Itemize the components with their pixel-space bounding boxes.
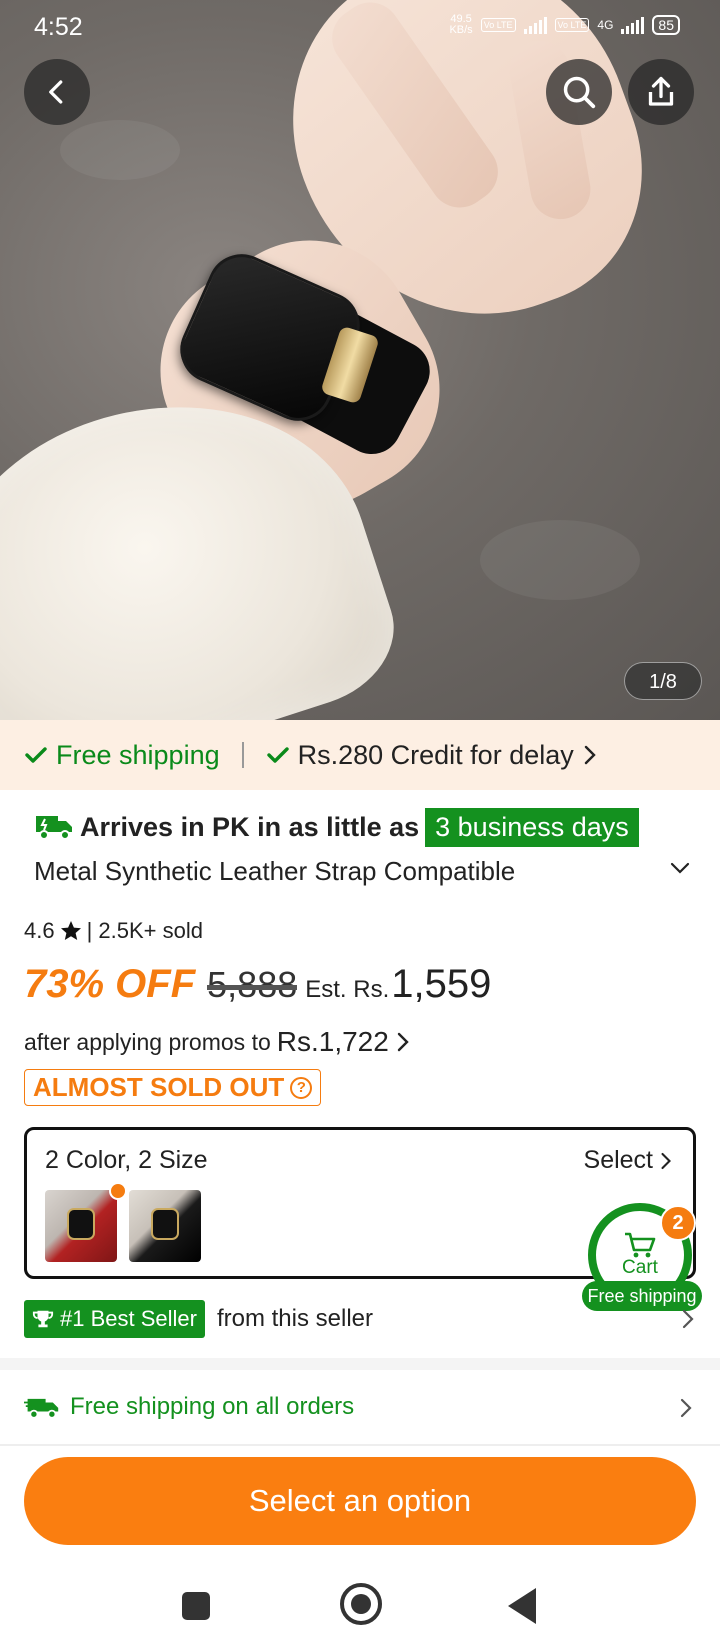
free-shipping-tag: Free shipping xyxy=(24,740,220,771)
final-price: 1,559 xyxy=(391,962,492,1006)
search-icon xyxy=(563,76,596,109)
help-icon: ? xyxy=(290,1076,313,1099)
rating-row[interactable]: 4.6 | 2.5K+ sold xyxy=(24,918,203,944)
best-seller-badge: #1 Best Seller xyxy=(24,1300,205,1338)
free-shipping-row[interactable]: Free shipping on all orders xyxy=(0,1370,720,1446)
best-seller-row[interactable]: #1 Best Seller from this seller xyxy=(24,1300,696,1338)
volte-icon-2: Vo LTE xyxy=(554,18,590,32)
delivery-truck-icon xyxy=(24,1398,59,1419)
select-option-button[interactable]: Select an option xyxy=(24,1457,696,1545)
chevron-right-icon xyxy=(661,1152,671,1169)
status-time: 4:52 xyxy=(34,13,83,41)
shipping-strip[interactable]: Free shipping Rs.280 Credit for delay xyxy=(0,720,720,790)
chevron-right-icon xyxy=(584,745,596,765)
price-row: 73% OFF 5,888 Est. Rs. 1,559 xyxy=(24,962,491,1007)
back-button[interactable] xyxy=(24,59,90,125)
recents-button[interactable] xyxy=(182,1592,210,1620)
hot-indicator-icon xyxy=(109,1182,127,1200)
system-back-button[interactable] xyxy=(508,1588,536,1624)
battery-icon: 85 xyxy=(652,15,680,35)
original-price: 5,888 xyxy=(207,964,298,1005)
chevron-down-icon xyxy=(670,862,690,874)
product-image[interactable]: 1/8 xyxy=(0,0,720,720)
status-bar: 4:52 49.5 KB/s Vo LTE Vo LTE 4G 85 xyxy=(0,0,720,52)
chevron-right-icon xyxy=(397,1032,409,1052)
volte-icon: Vo LTE xyxy=(480,18,516,32)
share-icon xyxy=(648,76,674,106)
promo-row[interactable]: after applying promos to Rs.1,722 xyxy=(24,1026,411,1058)
share-button[interactable] xyxy=(628,59,694,125)
delivery-days-badge: 3 business days xyxy=(425,807,639,847)
discount-label: 73% OFF xyxy=(24,962,196,1006)
sold-count: | 2.5K+ sold xyxy=(86,918,203,943)
star-icon xyxy=(60,921,81,940)
chevron-right-icon xyxy=(680,1398,692,1418)
network-speed: 49.5 KB/s xyxy=(449,13,473,36)
chevron-left-icon xyxy=(49,80,63,104)
variant-summary: 2 Color, 2 Size xyxy=(45,1146,208,1174)
swatch-red-strap[interactable] xyxy=(45,1190,117,1262)
variant-select-button[interactable]: Select xyxy=(584,1146,673,1175)
cart-count-badge: 2 xyxy=(660,1205,696,1241)
signal-icon xyxy=(523,16,547,34)
system-nav-bar xyxy=(0,1560,720,1650)
swatch-black-strap[interactable] xyxy=(129,1190,201,1262)
estimated-label: Est. Rs. xyxy=(305,976,390,1003)
chevron-right-icon xyxy=(682,1309,694,1329)
check-icon xyxy=(266,747,289,763)
status-icons: 49.5 KB/s Vo LTE Vo LTE 4G 85 xyxy=(449,14,680,36)
cart-label: Cart xyxy=(622,1257,658,1278)
network-gen: 4G xyxy=(597,18,614,32)
image-counter: 1/8 xyxy=(624,662,702,700)
expand-title-button[interactable] xyxy=(668,856,692,885)
delivery-truck-icon xyxy=(36,816,72,840)
divider xyxy=(241,742,244,768)
delay-credit-tag: Rs.280 Credit for delay xyxy=(266,740,598,771)
check-icon xyxy=(25,747,47,763)
floating-cart-button[interactable]: Cart 2 Free shipping xyxy=(582,1203,702,1313)
search-button[interactable] xyxy=(546,59,612,125)
rating-value: 4.6 xyxy=(24,918,55,943)
product-title: Metal Synthetic Leather Strap Compatible xyxy=(34,856,516,886)
trophy-icon xyxy=(32,1310,54,1328)
stock-badge[interactable]: ALMOST SOLD OUT ? xyxy=(24,1069,322,1106)
promo-price: Rs.1,722 xyxy=(276,1026,389,1057)
arrival-estimate: Arrives in PK in as little as 3 business… xyxy=(34,806,639,848)
section-separator xyxy=(0,1358,720,1370)
signal-icon-2 xyxy=(621,16,645,34)
cart-icon xyxy=(625,1232,656,1258)
home-button[interactable] xyxy=(340,1583,382,1625)
best-seller-text: from this seller xyxy=(216,1305,374,1332)
